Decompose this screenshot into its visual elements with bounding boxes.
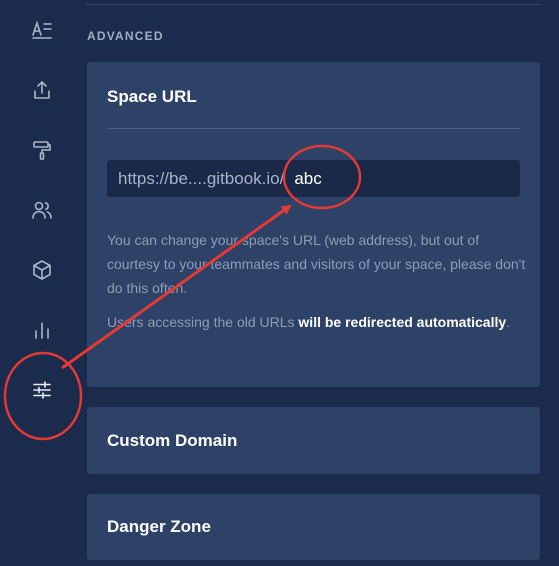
url-prefix: https://be....gitbook.io/ xyxy=(118,168,285,188)
content-icon[interactable] xyxy=(24,12,60,48)
space-url-input[interactable]: https://be....gitbook.io/ abc xyxy=(107,160,520,197)
danger-zone-title: Danger Zone xyxy=(107,517,211,536)
url-slug[interactable]: abc xyxy=(294,169,321,189)
section-label-advanced: ADVANCED xyxy=(87,29,164,43)
share-icon[interactable] xyxy=(24,72,60,108)
url-help-text: You can change your space's URL (web add… xyxy=(107,232,526,296)
top-divider xyxy=(86,4,540,5)
redirect-note: Users accessing the old URLs will be red… xyxy=(107,310,527,334)
danger-zone-panel[interactable]: Danger Zone xyxy=(87,494,540,560)
customize-icon[interactable] xyxy=(24,132,60,168)
custom-domain-panel[interactable]: Custom Domain xyxy=(87,407,540,474)
redirect-note-bold: will be redirected automatically xyxy=(298,314,507,330)
panel-divider xyxy=(107,128,520,129)
custom-domain-title: Custom Domain xyxy=(107,431,238,450)
space-url-panel: Space URL https://be....gitbook.io/ abc … xyxy=(87,62,540,387)
redirect-note-end: . xyxy=(506,314,511,330)
space-url-title: Space URL xyxy=(107,87,197,106)
integrations-icon[interactable] xyxy=(24,252,60,288)
insights-icon[interactable] xyxy=(24,312,60,348)
settings-icon[interactable] xyxy=(24,372,60,408)
sidebar xyxy=(0,0,86,566)
redirect-note-start: Users accessing the old URLs xyxy=(107,314,299,330)
members-icon[interactable] xyxy=(24,192,60,228)
settings-main: ADVANCED Space URL https://be....gitbook… xyxy=(86,0,559,566)
